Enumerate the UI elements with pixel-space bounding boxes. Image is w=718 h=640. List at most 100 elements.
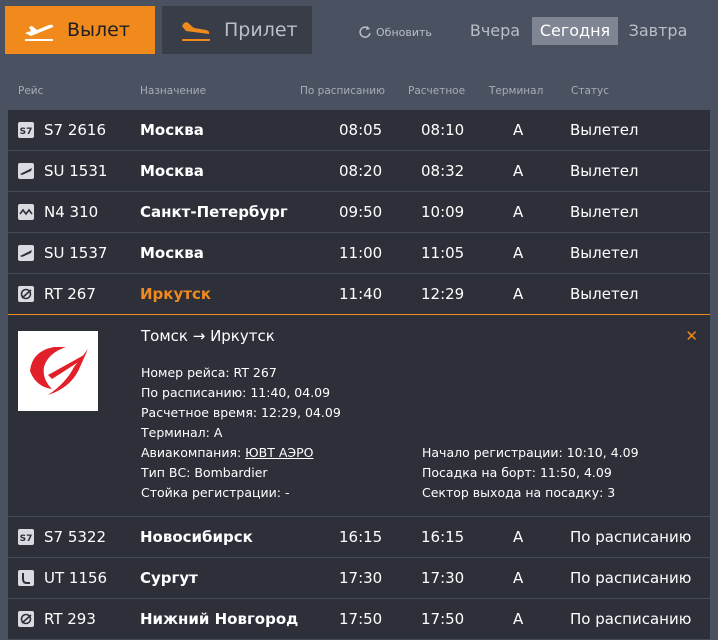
detail-estimated: Расчетное время: 12:29, 04.09 [141,405,341,420]
estimated-time: 17:30 [421,569,465,587]
table-row[interactable]: RT 293 Нижний Новгород 17:50 17:50 A По распи… [8,599,710,640]
destination: Сургут [140,569,198,587]
estimated-time: 17:50 [421,610,465,628]
detail-checkin-start: Начало регистрации: 10:10, 4.09 [422,445,639,460]
status: По расписанию [570,528,692,546]
svg-text:S7: S7 [20,534,33,544]
refresh-button[interactable]: Обновить [358,22,432,42]
flight-number: RT 267 [44,285,96,303]
estimated-time: 08:32 [421,162,465,180]
table-row[interactable]: SU 1531 Москва 08:20 08:32 A Вылетел [8,151,710,192]
estimated-time: 16:15 [421,528,465,546]
scheduled-time: 17:50 [339,610,383,628]
table-row[interactable]: SU 1537 Москва 11:00 11:05 A Вылетел [8,233,710,274]
status: По расписанию [570,610,692,628]
flight-number: SU 1531 [44,162,108,180]
detail-flight-number: Номер рейса: RT 267 [141,365,277,380]
s7-logo-icon: S7 [18,529,34,545]
refresh-icon [359,26,371,38]
airline-logo [18,331,98,411]
flight-detail-panel: Томск → Иркутск ✕ Номер рейса: RT 267 По… [8,315,710,517]
tab-departure[interactable]: Вылет [5,6,155,54]
scheduled-time: 17:30 [339,569,383,587]
airline-link[interactable]: ЮВТ АЭРО [245,445,313,460]
detail-terminal: Терминал: A [141,425,223,440]
detail-airline-label: Авиакомпания: [141,445,246,460]
table-row[interactable]: RT 267 Иркутск 11:40 12:29 A Вылетел [8,274,710,315]
col-destination: Назначение [140,85,207,97]
flight-number: UT 1156 [44,569,108,587]
status: Вылетел [570,203,639,221]
scheduled-time: 16:15 [339,528,383,546]
status: Вылетел [570,244,639,262]
detail-aircraft: Тип ВС: Bombardier [141,465,268,480]
destination: Новосибирск [140,528,253,546]
terminal: A [513,285,524,303]
table-row[interactable]: S7 S7 5322 Новосибирск 16:15 16:15 A По распис… [8,517,710,558]
detail-gate: Сектор выхода на посадку: 3 [422,485,616,500]
detail-counter: Стойка регистрации: - [141,485,290,500]
flight-number: N4 310 [44,203,99,221]
tab-arrival[interactable]: Прилет [162,6,312,54]
estimated-time: 08:10 [421,121,465,139]
status: По расписанию [570,569,692,587]
col-scheduled: По расписанию [300,85,385,97]
scheduled-time: 08:05 [339,121,383,139]
status: Вылетел [570,162,639,180]
destination: Москва [140,162,204,180]
tab-arrival-label: Прилет [224,19,298,41]
terminal: A [513,528,524,546]
scheduled-time: 08:20 [339,162,383,180]
status: Вылетел [570,285,639,303]
estimated-time: 10:09 [421,203,465,221]
rt-logo-icon [18,611,34,627]
destination: Иркутск [140,285,212,303]
flight-route: Томск → Иркутск [141,327,275,345]
terminal: A [513,569,524,587]
flights-table: S7 S7 2616 Москва 08:05 08:10 A Вылетел SU 1531… [8,110,710,640]
flight-number: SU 1537 [44,244,108,262]
col-terminal: Терминал [489,85,544,97]
plane-takeoff-icon [25,24,54,41]
top-bar: Вылет Прилет Обновить Вчера Сегодня Завтра [0,0,718,60]
utair-logo-icon [18,570,34,586]
col-estimated: Расчетное [408,85,466,97]
aeroflot-logo-icon [18,163,34,179]
day-tab[interactable]: Сегодня [532,17,618,45]
destination: Санкт-Петербург [140,203,288,221]
flight-number: S7 5322 [44,528,107,546]
day-tab[interactable]: Вчера [460,17,530,45]
close-icon[interactable]: ✕ [685,327,698,345]
scheduled-time: 11:40 [339,285,383,303]
detail-scheduled: По расписанию: 11:40, 04.09 [141,385,331,400]
table-row[interactable]: S7 S7 2616 Москва 08:05 08:10 A Вылетел [8,110,710,151]
refresh-label: Обновить [376,25,432,39]
destination: Нижний Новгород [140,610,299,628]
terminal: A [513,121,524,139]
estimated-time: 11:05 [421,244,465,262]
aeroflot-logo-icon [18,245,34,261]
terminal: A [513,610,524,628]
detail-boarding: Посадка на борт: 11:50, 4.09 [422,465,612,480]
day-tab[interactable]: Завтра [620,17,696,45]
svg-text:S7: S7 [20,127,33,137]
col-flight: Рейс [18,85,44,97]
scheduled-time: 09:50 [339,203,383,221]
destination: Москва [140,121,204,139]
nordwind-logo-icon [18,204,34,220]
table-header: Рейс Назначение По расписанию Расчетное … [0,80,718,104]
flight-number: S7 2616 [44,121,107,139]
table-row[interactable]: UT 1156 Сургут 17:30 17:30 A По расписанию [8,558,710,599]
rt-logo-icon [18,286,34,302]
flight-number: RT 293 [44,610,96,628]
destination: Москва [140,244,204,262]
plane-landing-icon [182,22,210,41]
table-row[interactable]: N4 310 Санкт-Петербург 09:50 10:09 A Вылетел [8,192,710,233]
scheduled-time: 11:00 [339,244,383,262]
status: Вылетел [570,121,639,139]
tab-departure-label: Вылет [67,19,130,41]
terminal: A [513,244,524,262]
estimated-time: 12:29 [421,285,465,303]
terminal: A [513,203,524,221]
s7-logo-icon: S7 [18,122,34,138]
